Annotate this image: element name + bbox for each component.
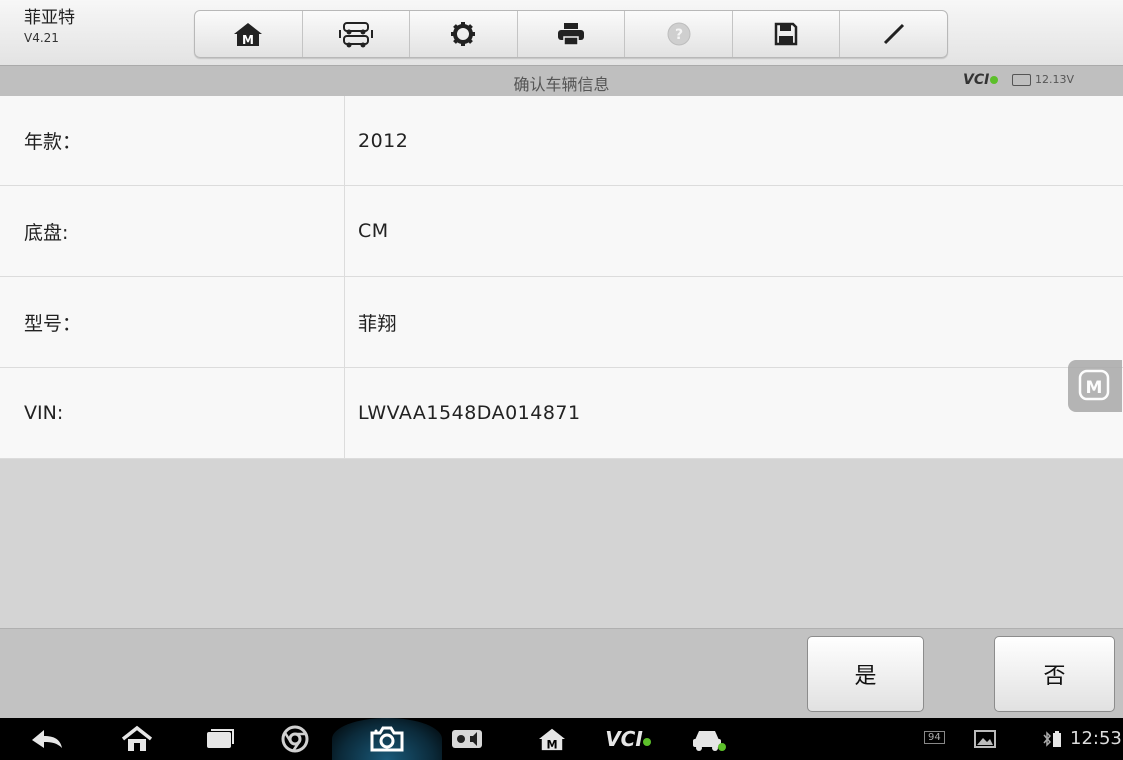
nav-camera-button[interactable] (362, 718, 412, 760)
home-icon (121, 725, 153, 751)
maxisys-m-icon: M (1078, 369, 1110, 401)
info-row-chassis: 底盘: CM (0, 186, 1123, 277)
info-row-year: 年款： 2012 (0, 96, 1123, 186)
info-value: 菲翔 (358, 312, 398, 335)
nav-back-button[interactable] (22, 718, 72, 760)
battery-voltage: 12.13V (1012, 73, 1074, 86)
battery-voltage-value: 12.13V (1035, 73, 1075, 86)
info-value: LWVAA1548DA014871 (358, 402, 581, 424)
battery-status-icon (1053, 731, 1061, 747)
vci-connected-icon (990, 76, 999, 84)
settings-button[interactable] (410, 11, 518, 57)
info-label: 年款： (24, 131, 82, 153)
yes-button[interactable]: 是 (807, 636, 924, 712)
nav-browser-button[interactable] (270, 718, 320, 760)
car-connect-icon (693, 731, 726, 751)
info-label: VIN: (24, 402, 64, 424)
top-toolbar: 菲亚特 V4.21 M ? (0, 0, 1123, 65)
action-bar: 是 否 (0, 628, 1123, 719)
image-icon (974, 730, 996, 748)
camera-icon (370, 726, 404, 752)
display-settings-icon (452, 730, 482, 748)
svg-text:?: ? (675, 27, 683, 43)
page-title: 确认车辆信息 (513, 75, 610, 94)
toolbar-buttons: M ? (194, 10, 948, 58)
app-version: V4.21 (24, 31, 59, 45)
vci-label: VCI (963, 72, 990, 88)
gear-icon (451, 22, 476, 46)
maxisys-home-icon: M (539, 728, 565, 751)
recent-apps-icon (207, 729, 234, 748)
home-button[interactable]: M (195, 11, 303, 57)
vehicle-swap-button[interactable] (303, 11, 411, 57)
svg-text:M: M (1086, 378, 1103, 398)
nav-display-settings-button[interactable] (442, 718, 492, 760)
nav-maxisys-home-button[interactable]: M (527, 718, 577, 760)
nav-car-connect-button[interactable] (684, 718, 734, 760)
bluetooth-icon (1043, 731, 1052, 747)
info-row-model: 型号： 菲翔 (0, 277, 1123, 368)
info-value: CM (358, 220, 389, 242)
svg-text:M: M (242, 33, 254, 47)
save-icon (774, 22, 798, 46)
print-button[interactable] (518, 11, 626, 57)
save-button[interactable] (733, 11, 841, 57)
vci-icon: VCI (605, 727, 651, 751)
back-icon (32, 730, 62, 748)
browser-icon (281, 725, 309, 753)
app-title: 菲亚特 (24, 8, 75, 28)
title-bar: 确认车辆信息 VCI 12.13V (0, 65, 1123, 97)
floating-maxisys-button[interactable]: M (1068, 360, 1122, 412)
gallery-notification[interactable] (970, 718, 1000, 760)
pen-icon (883, 23, 904, 45)
home-icon: M (234, 23, 263, 47)
nav-vci-button[interactable]: VCI (598, 718, 658, 760)
column-divider (344, 96, 345, 458)
vci-status: VCI (963, 72, 999, 88)
battery-icon (1012, 73, 1031, 86)
vehicle-info-table: 年款： 2012 底盘: CM 型号： 菲翔 VIN: LWVAA1548DA0… (0, 96, 1123, 459)
no-button[interactable]: 否 (994, 636, 1115, 712)
nav-home-button[interactable] (112, 718, 162, 760)
help-icon: ? (667, 22, 691, 46)
info-label: 型号： (24, 312, 82, 335)
system-status-icons (1038, 718, 1066, 760)
nav-recent-button[interactable] (195, 718, 245, 760)
system-navigation-bar: M VCI 94 12:53 (0, 718, 1123, 760)
printer-icon (558, 23, 585, 46)
edit-button[interactable] (840, 11, 947, 57)
vehicle-swap-icon (338, 22, 373, 48)
info-value: 2012 (358, 129, 409, 152)
svg-text:M: M (546, 738, 557, 751)
info-row-vin: VIN: LWVAA1548DA014871 (0, 368, 1123, 459)
notification-count: 94 (924, 731, 945, 744)
clock: 12:53 (1070, 728, 1122, 749)
nav-vci-label: VCI (605, 727, 643, 751)
help-button[interactable]: ? (625, 11, 733, 57)
info-label: 底盘: (24, 221, 69, 244)
